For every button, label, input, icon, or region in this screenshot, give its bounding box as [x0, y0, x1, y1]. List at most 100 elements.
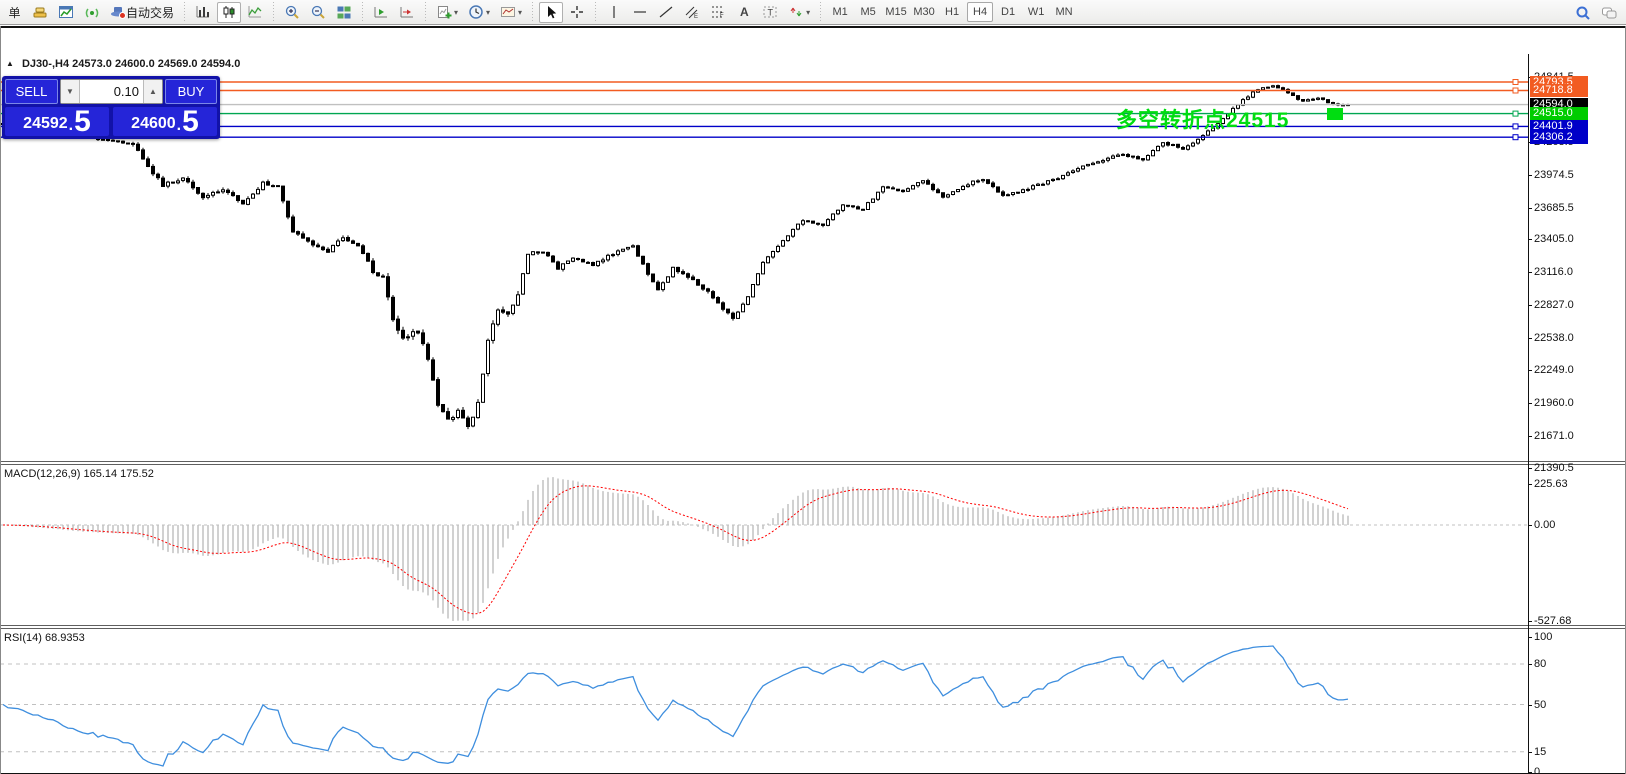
new-order-button[interactable]: 单	[3, 2, 26, 23]
trendline-button[interactable]	[654, 2, 678, 23]
newchart-icon	[436, 4, 452, 20]
macd-canvas[interactable]	[0, 465, 1528, 625]
svg-text:E: E	[694, 14, 698, 20]
level-price-label: 24718.8	[1530, 84, 1588, 97]
price-axis-line	[1528, 54, 1529, 773]
vertical-line-button[interactable]	[602, 2, 626, 23]
rsi-canvas[interactable]	[0, 629, 1528, 772]
toolbar-separator	[818, 2, 823, 22]
price-axis-tick	[1528, 175, 1532, 176]
search-icon	[1575, 5, 1591, 21]
toolbar-separator	[423, 2, 428, 22]
line-handle[interactable]	[1513, 88, 1518, 93]
toolbar-separator	[360, 2, 365, 22]
rsi-axis-label: 50	[1534, 699, 1546, 711]
price-chart-canvas[interactable]	[0, 54, 1528, 461]
one-click-trading-panel: SELL ▼ ▲ BUY 24592.5 24600.5	[2, 76, 220, 139]
arrows-dropdown-caret[interactable]: ▾	[806, 8, 810, 17]
rsi-axis-tick	[1528, 664, 1532, 665]
sell-button[interactable]: SELL	[5, 79, 58, 104]
chart-title: ▲ DJ30-,H4 24573.0 24600.0 24569.0 24594…	[6, 58, 240, 70]
green-rectangle-object[interactable]	[1327, 108, 1343, 120]
macd-axis-label: 0.00	[1534, 519, 1555, 531]
linec-icon	[247, 4, 263, 20]
arrows-button[interactable]: ▾	[784, 2, 814, 23]
text-button[interactable]: A	[732, 2, 756, 23]
templates-dropdown-caret[interactable]: ▾	[518, 8, 522, 17]
zoom-in-button[interactable]	[280, 2, 304, 23]
tline-icon	[658, 4, 674, 20]
window-border	[0, 26, 1, 774]
toolbar-separator	[182, 2, 187, 22]
signals-button[interactable]	[80, 2, 104, 23]
line-handle[interactable]	[1513, 111, 1518, 116]
equidistant-channel-button[interactable]: E	[680, 2, 704, 23]
price-axis-tick	[1528, 370, 1532, 371]
auto-scroll-button[interactable]	[369, 2, 393, 23]
tile-windows-button[interactable]	[332, 2, 356, 23]
fibo-icon: F	[710, 4, 726, 20]
timeframe-m15-button[interactable]: M15	[883, 2, 909, 22]
cursor-button[interactable]	[539, 2, 563, 23]
panel-splitter[interactable]	[0, 625, 1626, 629]
fibonacci-button[interactable]: F	[706, 2, 730, 23]
line-handle[interactable]	[1513, 80, 1518, 85]
periods-dropdown-caret[interactable]: ▾	[486, 8, 490, 17]
auto-trading-button[interactable]: 自动交易	[106, 2, 178, 23]
timeframe-h1-button[interactable]: H1	[939, 2, 965, 22]
cross-icon	[569, 4, 585, 20]
timeframe-m1-button[interactable]: M1	[827, 2, 853, 22]
toolbar-separator	[530, 2, 535, 22]
price-axis-tick	[1528, 239, 1532, 240]
price-axis-tick	[1528, 468, 1532, 469]
panel-splitter[interactable]	[0, 461, 1626, 465]
pivot-annotation-text[interactable]: 多空转折点24515	[1116, 104, 1289, 134]
line-handle[interactable]	[1513, 135, 1518, 140]
candles-icon	[221, 4, 237, 20]
sell-price-display[interactable]: 24592.5	[5, 107, 109, 136]
data-window-button[interactable]	[54, 2, 78, 23]
svg-text:A: A	[740, 5, 749, 19]
timeframe-mn-button[interactable]: MN	[1051, 2, 1077, 22]
collapse-icon[interactable]: ▲	[6, 59, 14, 68]
toolbar-right	[1570, 2, 1622, 23]
horizontal-line-button[interactable]	[628, 2, 652, 23]
rsi-axis-label: 80	[1534, 658, 1546, 670]
crosshair-button[interactable]	[565, 2, 589, 23]
timeframe-d1-button[interactable]: D1	[995, 2, 1021, 22]
price-axis-tick	[1528, 338, 1532, 339]
templates-button[interactable]: ▾	[496, 2, 526, 23]
chan-icon: E	[684, 4, 700, 20]
market-watch-button[interactable]	[28, 2, 52, 23]
buy-price-display[interactable]: 24600.5	[113, 107, 217, 136]
textA-icon: A	[736, 4, 752, 20]
line-chart-button[interactable]	[243, 2, 267, 23]
zoom-out-button[interactable]	[306, 2, 330, 23]
text-label-button[interactable]: T	[758, 2, 782, 23]
ascroll-icon	[373, 4, 389, 20]
periods-button[interactable]: ▾	[464, 2, 494, 23]
volume-up-button[interactable]: ▲	[143, 80, 162, 103]
chart-shift-button[interactable]	[395, 2, 419, 23]
chat-button[interactable]	[1597, 2, 1621, 23]
buy-button[interactable]: BUY	[165, 79, 217, 104]
timeframe-m5-button[interactable]: M5	[855, 2, 881, 22]
new-chart-button[interactable]: ▾	[432, 2, 462, 23]
toolbar-separator	[271, 2, 276, 22]
volume-input[interactable]	[80, 80, 143, 103]
new-chart-dropdown-caret[interactable]: ▾	[454, 8, 458, 17]
candlestick-chart-button[interactable]	[217, 2, 241, 23]
line-handle[interactable]	[1513, 124, 1518, 129]
timeframe-w1-button[interactable]: W1	[1023, 2, 1049, 22]
macd-axis-label: 225.63	[1534, 478, 1568, 490]
volume-down-button[interactable]: ▼	[61, 80, 80, 103]
price-axis-label: 21960.0	[1534, 397, 1574, 409]
svg-text:F: F	[720, 13, 724, 19]
price-axis-tick	[1528, 403, 1532, 404]
timeframe-h4-button[interactable]: H4	[967, 2, 993, 22]
price-axis-label: 22827.0	[1534, 299, 1574, 311]
bar-chart-button[interactable]	[191, 2, 215, 23]
shift-icon	[399, 4, 415, 20]
search-button[interactable]	[1571, 2, 1595, 23]
timeframe-m30-button[interactable]: M30	[911, 2, 937, 22]
